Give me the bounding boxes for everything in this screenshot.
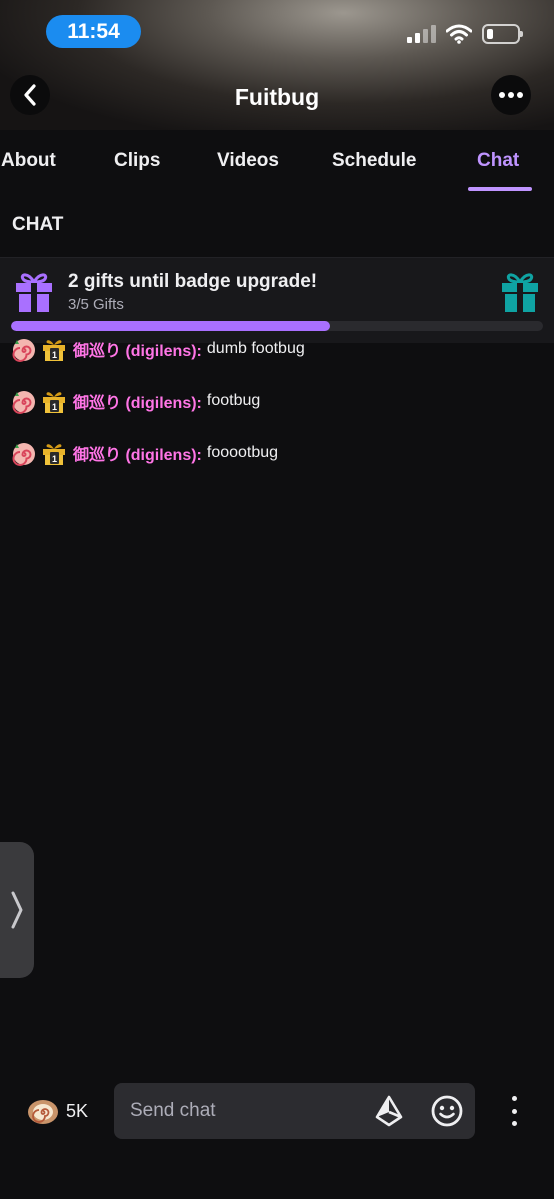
active-tab-indicator [468, 187, 532, 191]
more-options-button[interactable] [491, 75, 531, 115]
section-title: CHAT [12, 214, 64, 235]
gift-count: 3/5 Gifts [68, 296, 124, 313]
kebab-dot [511, 1096, 517, 1101]
chat-message[interactable]: 1 御巡り (digilens): dumb footbug [11, 336, 305, 362]
svg-text:1: 1 [52, 454, 57, 464]
chat-message-text: footbug [206, 392, 261, 409]
kebab-menu-icon[interactable] [505, 1096, 523, 1126]
chat-username[interactable]: 御巡り (digilens): [73, 389, 202, 413]
gift-sub-badge-icon: 1 [43, 392, 65, 413]
chat-message-text: dumb footbug [206, 340, 305, 357]
kebab-dot [511, 1121, 517, 1126]
channel-points-value: 5K [66, 1100, 89, 1121]
signal-icon [407, 25, 436, 43]
gift-icon [502, 273, 538, 312]
chevron-right-icon [11, 891, 23, 929]
swirl-roll-badge-icon [12, 391, 35, 414]
channel-header: 11:54 Fuitbug [0, 0, 554, 130]
chat-username[interactable]: 御巡り (digilens): [73, 441, 202, 465]
gift-sub-badge-icon: 1 [43, 444, 65, 465]
wifi-icon [446, 24, 472, 44]
ellipsis-icon [499, 92, 523, 98]
tab-videos[interactable]: Videos [217, 150, 279, 172]
svg-text:1: 1 [52, 350, 57, 360]
emote-icon[interactable] [430, 1094, 464, 1128]
channel-points-icon [28, 1100, 58, 1124]
battery-icon [482, 24, 523, 44]
send-chat-input[interactable] [114, 1083, 475, 1139]
gift-icon [16, 273, 52, 312]
svg-text:1: 1 [52, 402, 57, 412]
chat-username[interactable]: 御巡り (digilens): [73, 337, 202, 361]
gift-progress-fill [11, 321, 331, 331]
bits-icon[interactable] [374, 1095, 404, 1127]
tab-chat[interactable]: Chat [477, 150, 519, 172]
kebab-dot [511, 1108, 517, 1114]
status-icons [407, 22, 523, 46]
channel-title: Fuitbug [234, 84, 320, 110]
chat-message[interactable]: 1 御巡り (digilens): footbug [11, 388, 260, 414]
status-time: 11:54 [46, 15, 141, 48]
swirl-roll-badge-icon [12, 339, 35, 362]
chat-input-bar: 5K [0, 1080, 554, 1142]
gift-banner-title: 2 gifts until badge upgrade! [68, 271, 318, 292]
chat-message[interactable]: 1 御巡り (digilens): fooootbug [11, 440, 278, 466]
tab-schedule[interactable]: Schedule [332, 150, 416, 172]
gift-progress-bar [11, 321, 543, 331]
tab-clips[interactable]: Clips [114, 150, 160, 172]
swirl-roll-badge-icon [12, 443, 35, 466]
gift-sub-badge-icon: 1 [43, 340, 65, 361]
side-panel-handle[interactable] [0, 842, 34, 978]
channel-points-button[interactable]: 5K [26, 1096, 88, 1126]
channel-tabs: About Clips Videos Schedule Chat [0, 130, 554, 192]
chat-message-text: fooootbug [206, 444, 279, 461]
tab-about[interactable]: About [1, 150, 56, 172]
gift-progress-banner[interactable]: 2 gifts until badge upgrade! 3/5 Gifts [0, 257, 554, 343]
